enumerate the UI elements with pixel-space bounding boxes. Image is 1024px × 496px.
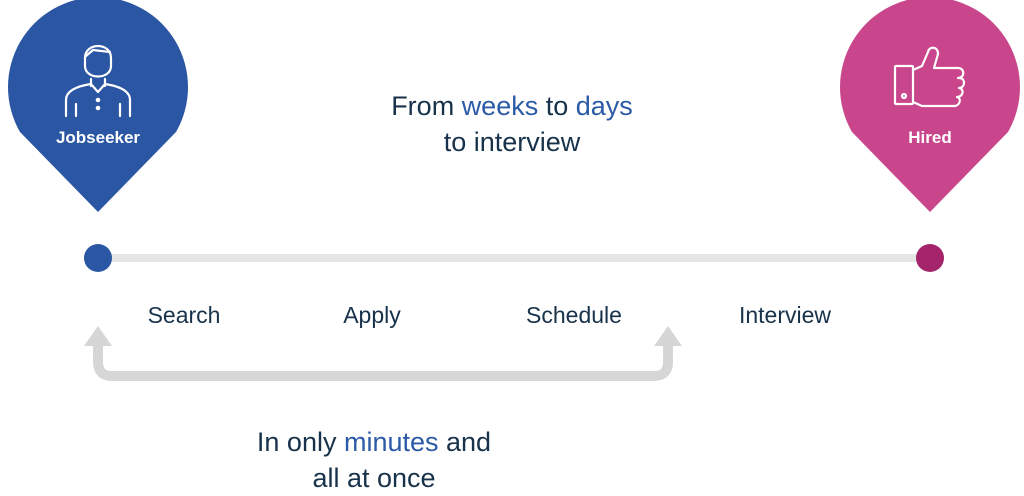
stage-label-schedule: Schedule bbox=[526, 302, 622, 328]
footer-accent-minutes: minutes bbox=[343, 427, 439, 457]
headline: From weeks to days to interview bbox=[312, 88, 712, 160]
headline-line-2: to interview bbox=[443, 127, 581, 157]
hiring-timeline-diagram: Jobseeker Hired From weeks to days to in… bbox=[0, 0, 1024, 493]
headline-accent-weeks: weeks bbox=[461, 91, 539, 121]
headline-line-1: From weeks to days bbox=[391, 91, 633, 121]
jobseeker-label: Jobseeker bbox=[55, 128, 141, 147]
stage-label-search: Search bbox=[147, 302, 221, 328]
footer-caption: In only minutes and all at once bbox=[224, 424, 524, 496]
footer-line-2: all at once bbox=[312, 463, 436, 493]
timeline-start-dot bbox=[84, 244, 112, 272]
loop-arrowhead-right bbox=[654, 326, 682, 346]
hired-label: Hired bbox=[908, 128, 952, 147]
stage-label-apply: Apply bbox=[343, 302, 401, 328]
stage-label-interview: Interview bbox=[738, 302, 832, 328]
timeline-end-dot bbox=[916, 244, 944, 272]
footer-line-1: In only minutes and bbox=[256, 427, 492, 457]
headline-accent-days: days bbox=[575, 91, 633, 121]
loop-arrowhead-left bbox=[84, 326, 112, 346]
loop-arrow-path bbox=[93, 342, 673, 381]
diagram-graphics bbox=[8, 0, 1020, 381]
